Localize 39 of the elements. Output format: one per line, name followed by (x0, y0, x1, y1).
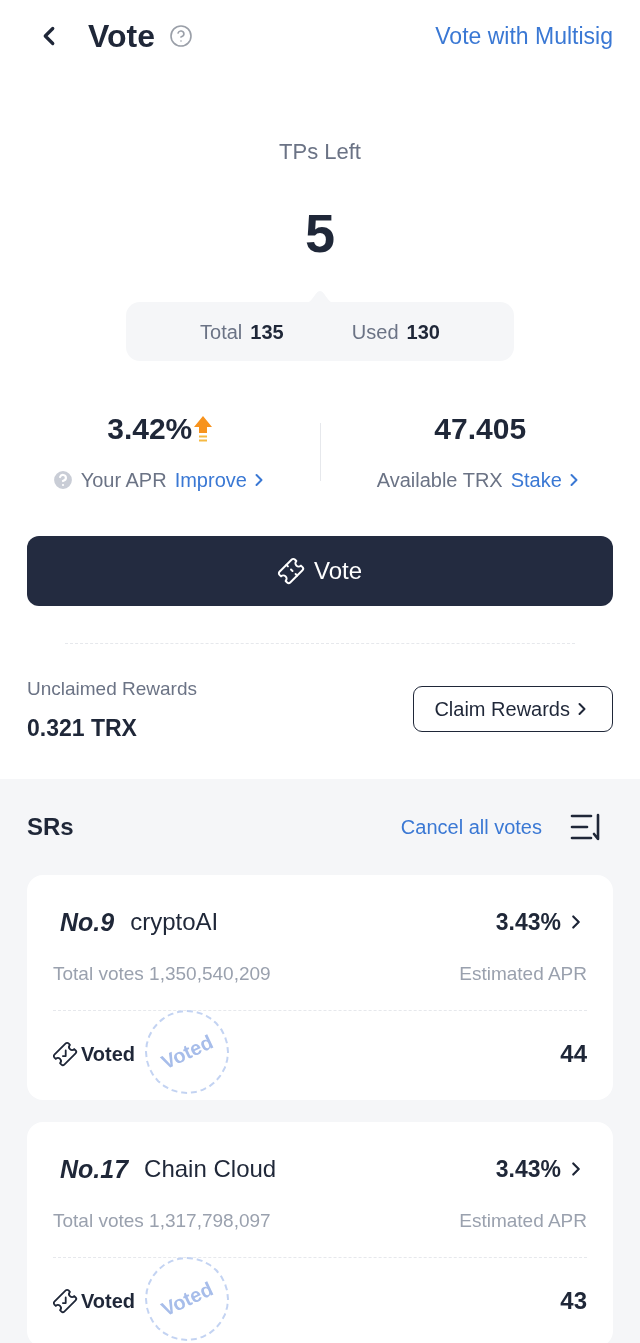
sr-vote-status: Voted (81, 1042, 136, 1067)
used-value: 130 (406, 319, 440, 345)
sr-votes-count: 44 (560, 1039, 587, 1069)
used-label: Used (351, 319, 399, 345)
sr-name: cryptoAI (130, 910, 219, 934)
sr-card[interactable]: No.9 cryptoAI 3.43% Total votes 1,350,540,209 Estimated APR Voted 44 Voted (27, 875, 613, 1100)
sr-apr: 3.43% (495, 1157, 561, 1181)
sr-name: Chain Cloud (144, 1157, 277, 1181)
voted-stamp: Voted (145, 1257, 229, 1341)
sr-total-votes: Total votes 1,350,540,209 (53, 961, 271, 986)
unclaimed-rewards-amount: 0.321 TRX (27, 714, 138, 742)
sr-votes-count: 43 (560, 1286, 587, 1316)
unclaimed-rewards-label: Unclaimed Rewards (27, 677, 197, 701)
sr-total-votes: Total votes 1,317,798,097 (53, 1208, 271, 1233)
stat-label: Available TRX (376, 468, 503, 493)
srs-title: SRs (27, 812, 74, 842)
help-icon[interactable] (168, 24, 193, 48)
estimated-apr-label: Estimated APR (459, 1208, 587, 1233)
sr-vote-status: Voted (81, 1289, 136, 1314)
stat-value: 47.405 (434, 414, 527, 444)
sr-card[interactable]: No.17 Chain Cloud 3.43% Total votes 1,317,798,097 Estimated APR Voted 43 Voted (27, 1122, 613, 1343)
cancel-all-votes-link[interactable]: Cancel all votes (400, 812, 542, 842)
estimated-apr-label: Estimated APR (459, 961, 587, 986)
stat-value: 3.42% (107, 414, 193, 444)
tps-left-label: TPs Left (279, 138, 361, 166)
total-value: 135 (250, 319, 284, 345)
page-title: Vote (88, 20, 155, 52)
vote-with-multisig-link[interactable]: Vote with Multisig (435, 18, 613, 54)
sr-apr: 3.43% (495, 910, 561, 934)
total-label: Total (200, 319, 243, 345)
stat-label: Your APR (80, 468, 167, 493)
vote-button[interactable]: Vote (27, 536, 613, 606)
voted-stamp: Voted (145, 1010, 229, 1094)
tps-left-value: 5 (304, 206, 335, 260)
sr-rank: No.17 (60, 1156, 129, 1182)
stat-link[interactable]: Improve (174, 465, 269, 495)
claim-rewards-button[interactable]: Claim Rewards (413, 686, 613, 732)
stat-link[interactable]: Stake (510, 465, 584, 495)
sr-rank: No.9 (60, 909, 115, 935)
